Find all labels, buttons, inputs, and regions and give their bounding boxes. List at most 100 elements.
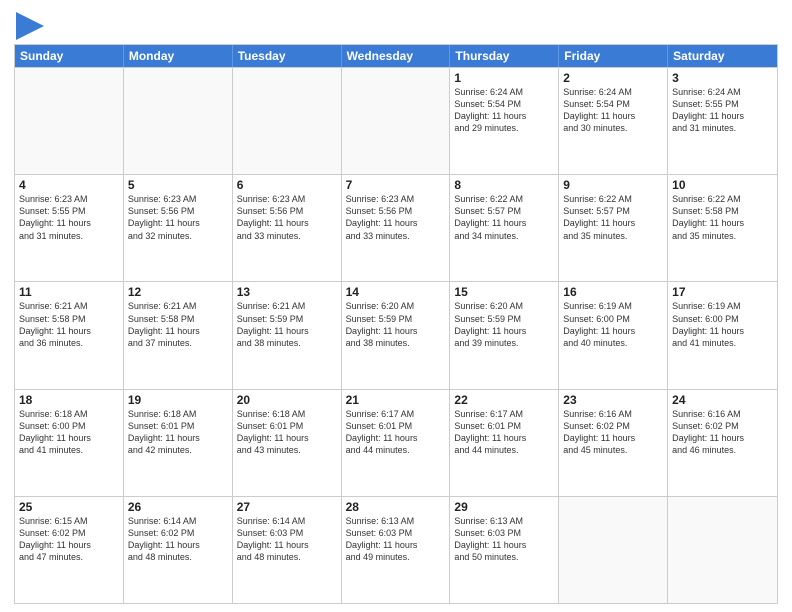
day-number: 15 (454, 285, 554, 299)
calendar-cell: 7Sunrise: 6:23 AM Sunset: 5:56 PM Daylig… (342, 175, 451, 281)
calendar-cell: 25Sunrise: 6:15 AM Sunset: 6:02 PM Dayli… (15, 497, 124, 603)
day-number: 21 (346, 393, 446, 407)
day-number: 16 (563, 285, 663, 299)
cell-sun-info: Sunrise: 6:15 AM Sunset: 6:02 PM Dayligh… (19, 515, 119, 564)
day-number: 24 (672, 393, 773, 407)
day-number: 23 (563, 393, 663, 407)
calendar-cell: 15Sunrise: 6:20 AM Sunset: 5:59 PM Dayli… (450, 282, 559, 388)
calendar-cell: 29Sunrise: 6:13 AM Sunset: 6:03 PM Dayli… (450, 497, 559, 603)
calendar-cell: 2Sunrise: 6:24 AM Sunset: 5:54 PM Daylig… (559, 68, 668, 174)
day-number: 17 (672, 285, 773, 299)
calendar-cell: 16Sunrise: 6:19 AM Sunset: 6:00 PM Dayli… (559, 282, 668, 388)
calendar-header-row: SundayMondayTuesdayWednesdayThursdayFrid… (15, 45, 777, 67)
day-number: 1 (454, 71, 554, 85)
cell-sun-info: Sunrise: 6:21 AM Sunset: 5:58 PM Dayligh… (128, 300, 228, 349)
cell-sun-info: Sunrise: 6:22 AM Sunset: 5:58 PM Dayligh… (672, 193, 773, 242)
day-number: 28 (346, 500, 446, 514)
calendar-cell: 3Sunrise: 6:24 AM Sunset: 5:55 PM Daylig… (668, 68, 777, 174)
day-number: 20 (237, 393, 337, 407)
day-number: 5 (128, 178, 228, 192)
calendar-cell (559, 497, 668, 603)
calendar-header-cell: Friday (559, 45, 668, 67)
calendar-cell: 24Sunrise: 6:16 AM Sunset: 6:02 PM Dayli… (668, 390, 777, 496)
calendar-header-cell: Monday (124, 45, 233, 67)
cell-sun-info: Sunrise: 6:17 AM Sunset: 6:01 PM Dayligh… (346, 408, 446, 457)
cell-sun-info: Sunrise: 6:14 AM Sunset: 6:03 PM Dayligh… (237, 515, 337, 564)
cell-sun-info: Sunrise: 6:23 AM Sunset: 5:56 PM Dayligh… (346, 193, 446, 242)
day-number: 14 (346, 285, 446, 299)
day-number: 9 (563, 178, 663, 192)
calendar-header-cell: Sunday (15, 45, 124, 67)
day-number: 25 (19, 500, 119, 514)
cell-sun-info: Sunrise: 6:24 AM Sunset: 5:55 PM Dayligh… (672, 86, 773, 135)
calendar-cell: 8Sunrise: 6:22 AM Sunset: 5:57 PM Daylig… (450, 175, 559, 281)
calendar-cell (668, 497, 777, 603)
day-number: 11 (19, 285, 119, 299)
calendar-cell: 11Sunrise: 6:21 AM Sunset: 5:58 PM Dayli… (15, 282, 124, 388)
calendar-cell: 26Sunrise: 6:14 AM Sunset: 6:02 PM Dayli… (124, 497, 233, 603)
cell-sun-info: Sunrise: 6:18 AM Sunset: 6:01 PM Dayligh… (237, 408, 337, 457)
cell-sun-info: Sunrise: 6:18 AM Sunset: 6:00 PM Dayligh… (19, 408, 119, 457)
day-number: 3 (672, 71, 773, 85)
cell-sun-info: Sunrise: 6:24 AM Sunset: 5:54 PM Dayligh… (454, 86, 554, 135)
cell-sun-info: Sunrise: 6:17 AM Sunset: 6:01 PM Dayligh… (454, 408, 554, 457)
cell-sun-info: Sunrise: 6:23 AM Sunset: 5:55 PM Dayligh… (19, 193, 119, 242)
day-number: 2 (563, 71, 663, 85)
calendar-cell (124, 68, 233, 174)
cell-sun-info: Sunrise: 6:24 AM Sunset: 5:54 PM Dayligh… (563, 86, 663, 135)
calendar-week-row: 18Sunrise: 6:18 AM Sunset: 6:00 PM Dayli… (15, 389, 777, 496)
header (14, 10, 778, 40)
calendar-cell: 28Sunrise: 6:13 AM Sunset: 6:03 PM Dayli… (342, 497, 451, 603)
cell-sun-info: Sunrise: 6:21 AM Sunset: 5:59 PM Dayligh… (237, 300, 337, 349)
calendar: SundayMondayTuesdayWednesdayThursdayFrid… (14, 44, 778, 604)
day-number: 12 (128, 285, 228, 299)
day-number: 7 (346, 178, 446, 192)
cell-sun-info: Sunrise: 6:20 AM Sunset: 5:59 PM Dayligh… (346, 300, 446, 349)
cell-sun-info: Sunrise: 6:23 AM Sunset: 5:56 PM Dayligh… (237, 193, 337, 242)
calendar-header-cell: Tuesday (233, 45, 342, 67)
calendar-cell: 5Sunrise: 6:23 AM Sunset: 5:56 PM Daylig… (124, 175, 233, 281)
calendar-cell: 17Sunrise: 6:19 AM Sunset: 6:00 PM Dayli… (668, 282, 777, 388)
calendar-header-cell: Wednesday (342, 45, 451, 67)
logo-icon (16, 12, 44, 40)
calendar-header-cell: Saturday (668, 45, 777, 67)
calendar-cell (15, 68, 124, 174)
day-number: 22 (454, 393, 554, 407)
calendar-cell: 10Sunrise: 6:22 AM Sunset: 5:58 PM Dayli… (668, 175, 777, 281)
calendar-cell: 22Sunrise: 6:17 AM Sunset: 6:01 PM Dayli… (450, 390, 559, 496)
day-number: 27 (237, 500, 337, 514)
calendar-cell: 18Sunrise: 6:18 AM Sunset: 6:00 PM Dayli… (15, 390, 124, 496)
calendar-cell (233, 68, 342, 174)
cell-sun-info: Sunrise: 6:16 AM Sunset: 6:02 PM Dayligh… (672, 408, 773, 457)
logo (14, 14, 44, 40)
day-number: 29 (454, 500, 554, 514)
day-number: 26 (128, 500, 228, 514)
cell-sun-info: Sunrise: 6:13 AM Sunset: 6:03 PM Dayligh… (346, 515, 446, 564)
calendar-body: 1Sunrise: 6:24 AM Sunset: 5:54 PM Daylig… (15, 67, 777, 603)
day-number: 18 (19, 393, 119, 407)
cell-sun-info: Sunrise: 6:13 AM Sunset: 6:03 PM Dayligh… (454, 515, 554, 564)
cell-sun-info: Sunrise: 6:20 AM Sunset: 5:59 PM Dayligh… (454, 300, 554, 349)
calendar-cell: 27Sunrise: 6:14 AM Sunset: 6:03 PM Dayli… (233, 497, 342, 603)
calendar-cell: 14Sunrise: 6:20 AM Sunset: 5:59 PM Dayli… (342, 282, 451, 388)
calendar-cell: 4Sunrise: 6:23 AM Sunset: 5:55 PM Daylig… (15, 175, 124, 281)
cell-sun-info: Sunrise: 6:19 AM Sunset: 6:00 PM Dayligh… (672, 300, 773, 349)
cell-sun-info: Sunrise: 6:18 AM Sunset: 6:01 PM Dayligh… (128, 408, 228, 457)
calendar-cell: 21Sunrise: 6:17 AM Sunset: 6:01 PM Dayli… (342, 390, 451, 496)
day-number: 13 (237, 285, 337, 299)
calendar-cell: 9Sunrise: 6:22 AM Sunset: 5:57 PM Daylig… (559, 175, 668, 281)
calendar-cell: 6Sunrise: 6:23 AM Sunset: 5:56 PM Daylig… (233, 175, 342, 281)
calendar-cell: 1Sunrise: 6:24 AM Sunset: 5:54 PM Daylig… (450, 68, 559, 174)
cell-sun-info: Sunrise: 6:23 AM Sunset: 5:56 PM Dayligh… (128, 193, 228, 242)
calendar-week-row: 1Sunrise: 6:24 AM Sunset: 5:54 PM Daylig… (15, 67, 777, 174)
cell-sun-info: Sunrise: 6:16 AM Sunset: 6:02 PM Dayligh… (563, 408, 663, 457)
calendar-week-row: 11Sunrise: 6:21 AM Sunset: 5:58 PM Dayli… (15, 281, 777, 388)
cell-sun-info: Sunrise: 6:21 AM Sunset: 5:58 PM Dayligh… (19, 300, 119, 349)
calendar-header-cell: Thursday (450, 45, 559, 67)
cell-sun-info: Sunrise: 6:19 AM Sunset: 6:00 PM Dayligh… (563, 300, 663, 349)
day-number: 10 (672, 178, 773, 192)
cell-sun-info: Sunrise: 6:22 AM Sunset: 5:57 PM Dayligh… (563, 193, 663, 242)
calendar-week-row: 4Sunrise: 6:23 AM Sunset: 5:55 PM Daylig… (15, 174, 777, 281)
cell-sun-info: Sunrise: 6:22 AM Sunset: 5:57 PM Dayligh… (454, 193, 554, 242)
calendar-week-row: 25Sunrise: 6:15 AM Sunset: 6:02 PM Dayli… (15, 496, 777, 603)
